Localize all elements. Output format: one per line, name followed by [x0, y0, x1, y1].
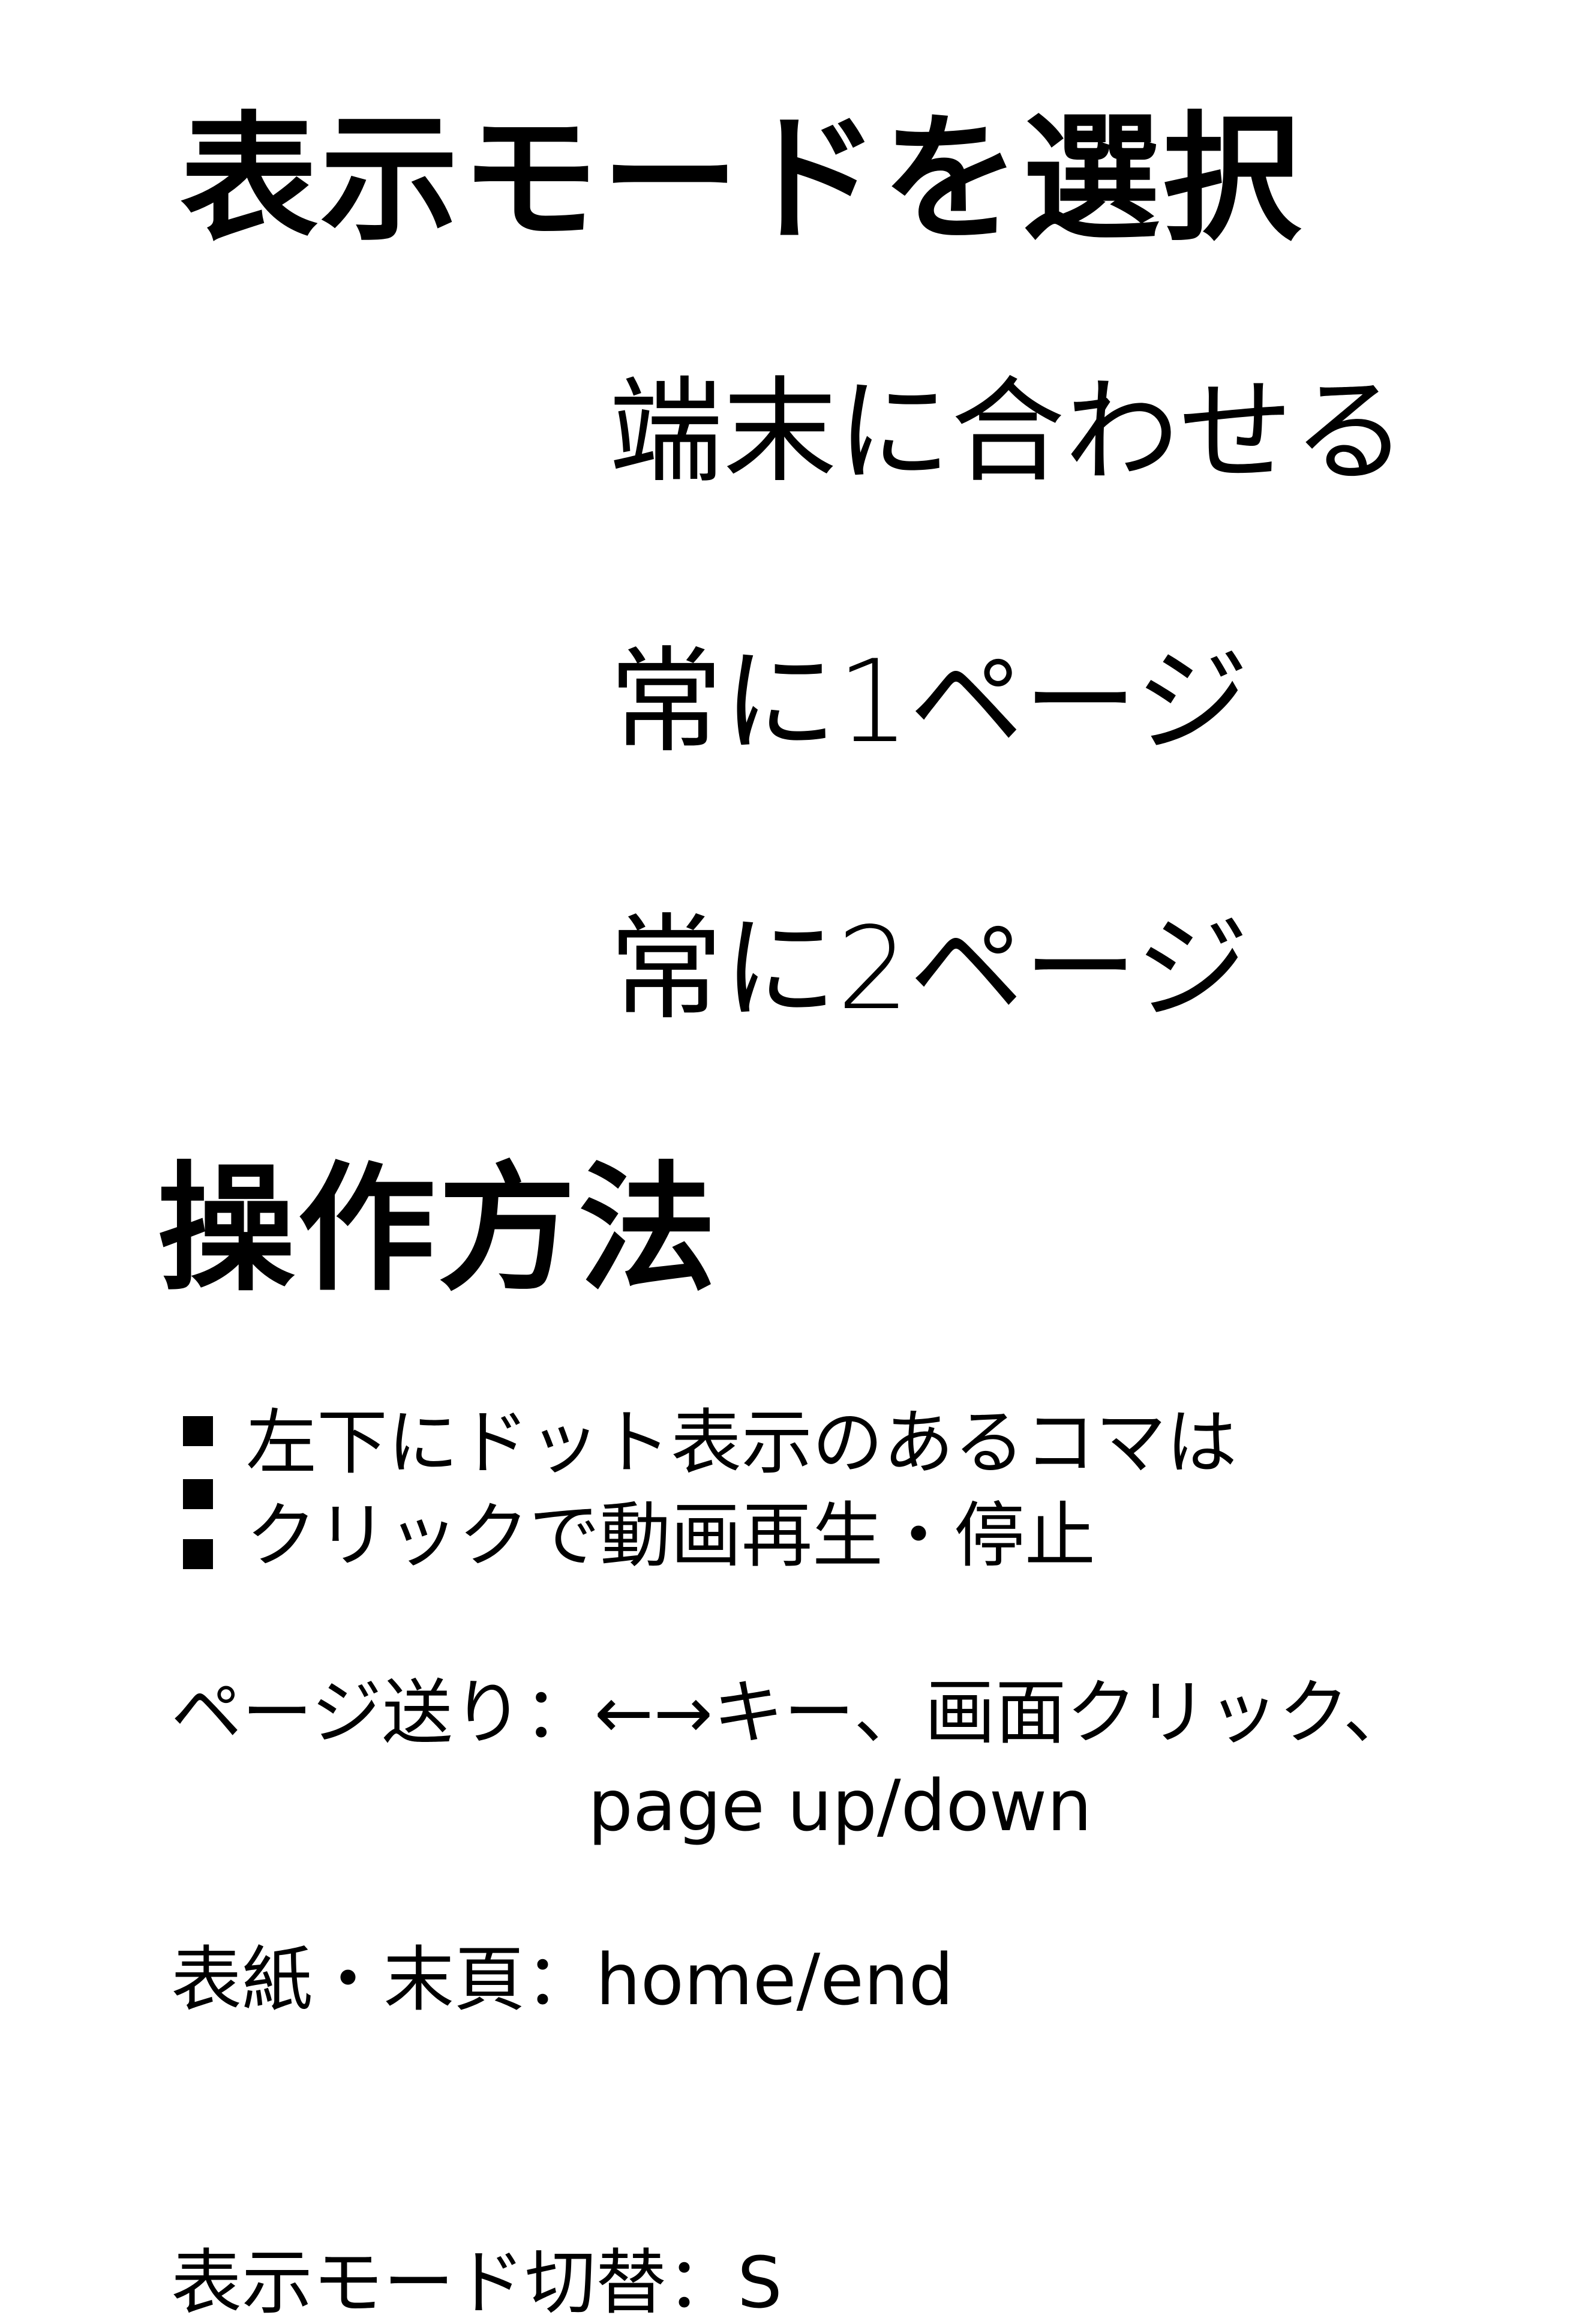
mode-toggle-instruction: 表示モード切替：S [171, 2241, 782, 2324]
mode-option-fit-device[interactable]: 端末に合わせる [609, 375, 1407, 489]
dot-note-line-1: 左下にドット表示のあるコマは [246, 1401, 1238, 1484]
dot-square-icon [183, 1479, 213, 1509]
dot-square-icon [183, 1416, 213, 1446]
controls-heading: 操作方法 [157, 1150, 719, 1310]
cover-end-instruction: 表紙・末頁：home/end [171, 1938, 954, 2021]
mode-option-double-page[interactable]: 常に2ページ [609, 912, 1249, 1026]
dot-square-icon [183, 1539, 213, 1569]
page-turn-instruction-keys: page up/down [588, 1764, 1092, 1847]
mode-select-heading: 表示モードを選択 [180, 100, 1304, 260]
mode-option-single-page[interactable]: 常に1ページ [609, 645, 1249, 759]
dot-note-line-2: クリックで動画再生・停止 [246, 1494, 1096, 1577]
page-turn-instruction: ページ送り：←→キー、画面クリック、 [171, 1671, 1414, 1754]
